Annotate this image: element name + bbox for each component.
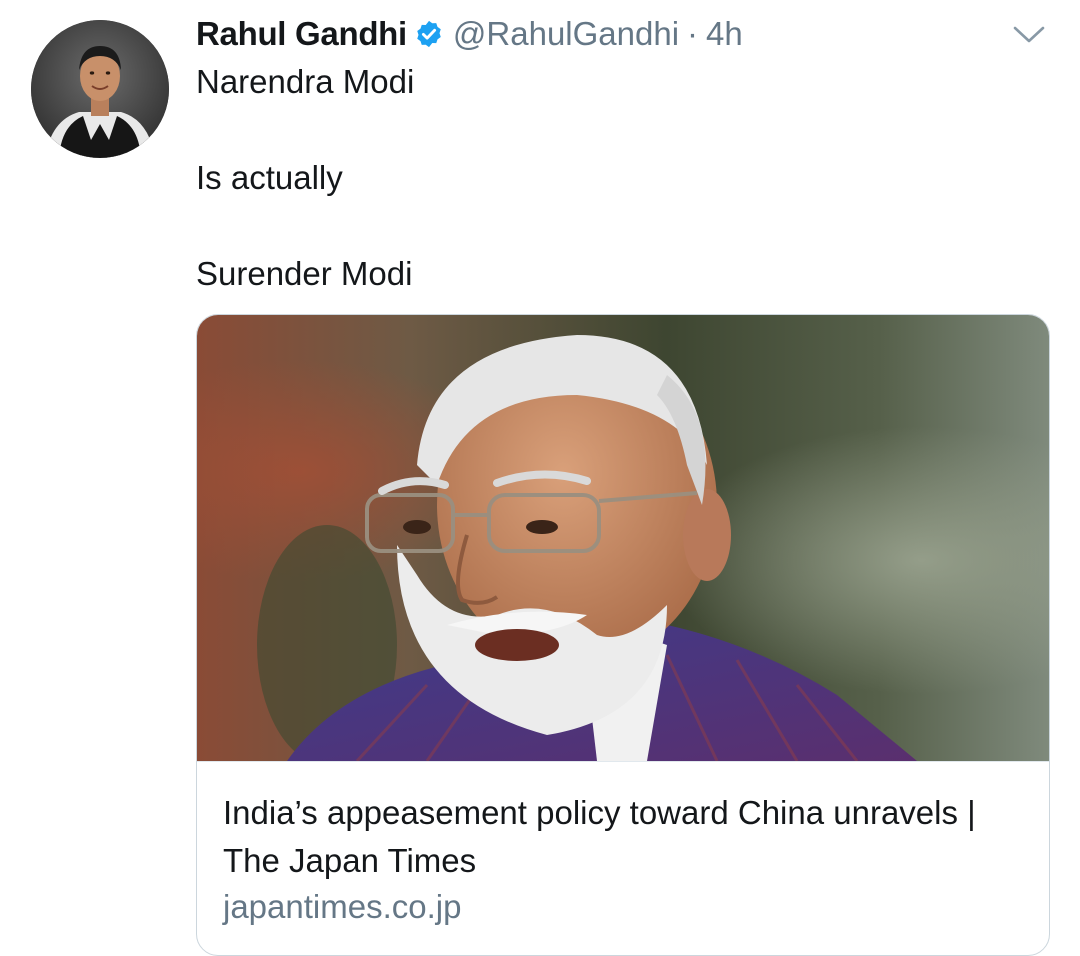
article-thumbnail-photo-icon (197, 315, 1049, 761)
tweet-text-line: Surender Modi (196, 255, 413, 292)
author-name[interactable]: Rahul Gandhi (196, 15, 407, 53)
card-divider (197, 761, 1049, 762)
tweet-text-line: Narendra Modi (196, 63, 415, 100)
separator-dot: · (687, 15, 699, 52)
author-handle[interactable]: @RahulGandhi (453, 15, 679, 53)
chevron-down-icon[interactable] (1012, 24, 1046, 46)
timestamp[interactable]: 4h (706, 15, 743, 53)
tweet-header: Rahul Gandhi @RahulGandhi · 4h (196, 14, 743, 54)
card-title[interactable]: India’s appeasement policy toward China … (223, 789, 1033, 885)
verified-badge-icon (417, 20, 441, 48)
link-preview-card[interactable]: India’s appeasement policy toward China … (196, 314, 1050, 956)
tweet-text-line: Is actually (196, 159, 343, 196)
card-domain[interactable]: japantimes.co.jp (223, 885, 461, 929)
profile-photo-icon (31, 20, 169, 158)
card-image[interactable] (197, 315, 1049, 761)
avatar[interactable] (31, 20, 169, 158)
